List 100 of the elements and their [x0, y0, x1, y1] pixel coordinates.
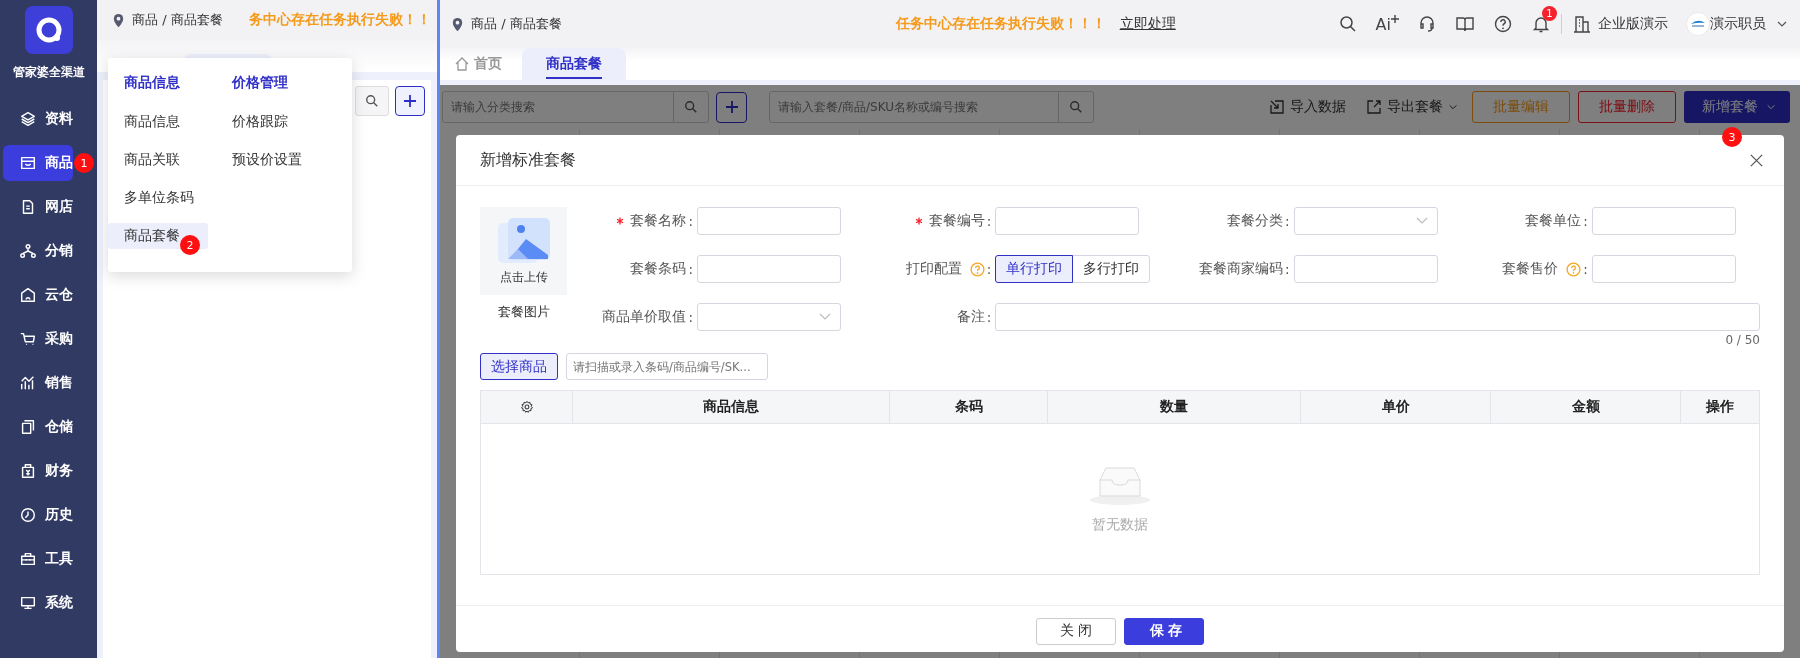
menu-item[interactable]: 商品信息 [108, 109, 208, 135]
required-mark-icon [616, 217, 625, 225]
input-field[interactable] [995, 303, 1760, 331]
export-icon [1366, 99, 1382, 115]
label-colon: : [688, 213, 693, 229]
import-icon [1269, 99, 1285, 115]
brand-name: 管家婆全渠道 [12, 64, 85, 81]
field-label: 套餐分类 [1226, 212, 1283, 230]
scan-field[interactable]: 请扫描或录入条码/商品编号/SK... [566, 353, 768, 380]
search-button[interactable] [1058, 91, 1094, 123]
nav-item[interactable]: 历史 [3, 497, 73, 533]
book-icon[interactable] [1455, 14, 1475, 34]
add-button[interactable] [716, 91, 747, 123]
upload-area[interactable]: 点击上传 [480, 207, 567, 295]
nav-item[interactable]: 云仓 [3, 277, 73, 313]
add-button[interactable] [395, 86, 425, 116]
nav-item[interactable]: 仓储 [3, 409, 73, 445]
search-icon [1069, 100, 1083, 114]
notification-badge: 1 [1542, 6, 1557, 21]
toolbar-button[interactable]: 导入数据 [1263, 98, 1352, 116]
nav-item[interactable]: 销售 [3, 365, 73, 401]
field-label: 打印配置 [905, 260, 962, 278]
input-field[interactable] [995, 207, 1140, 235]
location-pin-icon [111, 12, 126, 28]
nav-item[interactable]: 分销 [3, 233, 73, 269]
field-label: 套餐编号 [928, 212, 985, 230]
building-icon [1572, 14, 1592, 34]
plus-icon [1391, 14, 1399, 23]
menu-item[interactable]: 价格跟踪 [216, 109, 316, 135]
tab[interactable]: 商品套餐 [522, 48, 626, 80]
table-header-cell: 金额 [1491, 391, 1681, 423]
field-label: 套餐售价 [1502, 260, 1559, 278]
select-field[interactable] [697, 303, 841, 331]
menu-heading: 价格管理 [232, 74, 289, 92]
breadcrumb: 商品 / 商品套餐 [471, 15, 562, 33]
toolbar-button[interactable]: 新增套餐 [1684, 91, 1790, 123]
empty-tray-icon [1088, 464, 1152, 506]
field-label: 套餐条码 [630, 260, 687, 278]
label-colon: : [1583, 261, 1588, 277]
table-header-cell-text: 操作 [1705, 397, 1735, 416]
nav-item[interactable]: 采购 [3, 321, 73, 357]
nav-item[interactable]: 资料 [3, 101, 73, 137]
monitor-icon [19, 594, 37, 612]
close-icon[interactable] [1749, 152, 1764, 168]
search-button[interactable] [355, 86, 389, 116]
input-field[interactable] [1591, 255, 1736, 283]
empty-text: 暂无数据 [1092, 516, 1148, 534]
field-label: 套餐名称 [630, 212, 687, 230]
nav-item[interactable]: 工具 [3, 541, 73, 577]
image-caption: 套餐图片 [497, 303, 550, 321]
table-header-cell: 单价 [1301, 391, 1491, 423]
input-field[interactable] [1591, 207, 1736, 235]
help-icon[interactable] [1493, 14, 1513, 34]
input-field[interactable] [697, 255, 841, 283]
toggle-option[interactable]: 单行打印 [995, 255, 1074, 283]
required-mark-icon [914, 217, 923, 225]
label-colon: : [1284, 261, 1290, 277]
label-colon: : [986, 261, 992, 277]
input-field[interactable] [697, 207, 841, 235]
clock-icon [19, 506, 37, 524]
nav-item[interactable]: 网店 [3, 189, 73, 225]
search-icon[interactable] [1337, 14, 1358, 34]
caret-icon [1448, 102, 1458, 112]
user-name[interactable]: 演示职员 [1710, 15, 1766, 33]
table-header-cell: 商品信息 [573, 391, 890, 423]
nav-item[interactable]: 财务 [3, 453, 73, 489]
menu-item[interactable]: 多单位条码 [108, 185, 222, 211]
network-icon [19, 242, 37, 260]
search-field[interactable]: 请输入套餐/商品/SKU名称或编号搜索 [769, 91, 1059, 123]
search-button[interactable] [673, 91, 709, 123]
menu-item[interactable]: 商品关联 [108, 147, 208, 173]
search-field[interactable]: 请输入分类搜索 [442, 91, 674, 123]
label-colon: : [688, 261, 693, 277]
dialog-button[interactable]: 关 闭 [1036, 617, 1116, 645]
breadcrumb: 商品 / 商品套餐 [132, 11, 223, 29]
alert-text: 任务中心存在任务执行失败！！！ [895, 15, 1106, 33]
menu-item[interactable]: 预设价设置 [216, 147, 330, 173]
table-header-cell: 数量 [1048, 391, 1301, 423]
settings-icon[interactable] [519, 400, 534, 414]
toolbar-button[interactable]: 导出套餐 [1360, 98, 1464, 116]
alert-text: 务中心存在任务执行失败！！ [248, 11, 431, 29]
ai-button[interactable]: Ai [1375, 14, 1399, 34]
nav-item[interactable]: 系统 [3, 585, 73, 621]
step-marker: 3 [1722, 127, 1742, 147]
dialog-button[interactable]: 保 存 [1124, 617, 1204, 645]
input-field[interactable] [1293, 255, 1438, 283]
label-colon: : [688, 309, 693, 325]
select-field[interactable] [1293, 207, 1438, 235]
house-icon [19, 286, 37, 304]
dialog-title: 新增标准套餐 [480, 149, 576, 171]
toggle-option[interactable]: 多行打印 [1072, 255, 1151, 283]
step-marker: 2 [180, 235, 200, 255]
toolbox-icon [19, 550, 37, 568]
select-products-button[interactable]: 选择商品 [480, 353, 558, 380]
nav-item[interactable]: 商品 [3, 145, 73, 181]
table-header-cell: 条码 [890, 391, 1048, 423]
headset-icon[interactable] [1417, 14, 1437, 34]
handle-now-link[interactable]: 立即处理 [1119, 15, 1176, 33]
avatar-icon[interactable] [1686, 12, 1710, 36]
label-colon: : [1583, 213, 1588, 229]
